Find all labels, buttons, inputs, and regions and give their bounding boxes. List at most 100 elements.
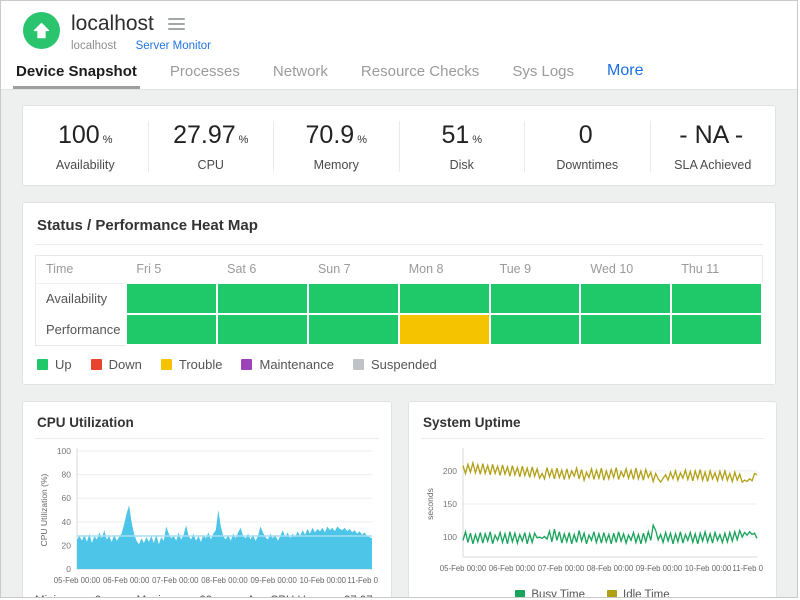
svg-text:06-Feb 00:00: 06-Feb 00:00: [489, 564, 536, 573]
heatmap-col-tue-9: Tue 9: [490, 256, 581, 284]
summary-stats-card: 100%Availability27.97%CPU70.9%Memory51%D…: [22, 105, 776, 186]
svg-text:80: 80: [62, 470, 72, 480]
svg-text:08-Feb 00:00: 08-Feb 00:00: [201, 576, 248, 585]
svg-text:06-Feb 00:00: 06-Feb 00:00: [103, 576, 150, 585]
heatmap-cell-availability-sun-7[interactable]: [308, 283, 399, 314]
svg-text:09-Feb 00:00: 09-Feb 00:00: [250, 576, 297, 585]
heatmap-table: TimeFri 5Sat 6Sun 7Mon 8Tue 9Wed 10Thu 1…: [35, 255, 763, 346]
hamburger-menu-icon[interactable]: [166, 13, 187, 35]
breadcrumb-category-link[interactable]: Server Monitor: [136, 40, 211, 52]
cpu-maximum-text: Maximum = 99 %: [137, 595, 222, 598]
heatmap-row-performance: Performance: [36, 314, 127, 345]
heatmap-cell-performance-mon-8[interactable]: [399, 314, 490, 345]
uptime-chart-legend: Busy TimeIdle Time: [421, 589, 764, 598]
svg-text:07-Feb 00:00: 07-Feb 00:00: [538, 564, 585, 573]
tab-network[interactable]: Network: [270, 63, 331, 89]
breadcrumb: localhost Server Monitor: [71, 40, 211, 52]
svg-text:05-Feb 00:00: 05-Feb 00:00: [440, 564, 487, 573]
header: localhost localhost Server Monitor: [1, 1, 797, 52]
tab-sys-logs[interactable]: Sys Logs: [509, 63, 577, 89]
stat-value: 51: [441, 121, 469, 149]
heatmap-col-sun-7: Sun 7: [308, 256, 399, 284]
svg-text:10-Feb 00:00: 10-Feb 00:00: [685, 564, 732, 573]
heatmap-cell-performance-wed-10[interactable]: [580, 314, 671, 345]
stat-value: - NA -: [679, 121, 743, 149]
svg-text:07-Feb 00:00: 07-Feb 00:00: [152, 576, 199, 585]
heatmap-col-fri-5: Fri 5: [126, 256, 217, 284]
heatmap-cell-performance-fri-5[interactable]: [126, 314, 217, 345]
stat-value: 100: [58, 121, 100, 149]
heatmap-cell-performance-tue-9[interactable]: [490, 314, 581, 345]
legend-swatch-idle-time: [607, 590, 617, 598]
stat-unit: %: [472, 134, 482, 146]
stat-downtimes: 0Downtimes: [524, 121, 650, 172]
main-content: 100%Availability27.97%CPU70.9%Memory51%D…: [1, 90, 797, 598]
heatmap-cell-availability-thu-11[interactable]: [671, 283, 762, 314]
legend-item-trouble: Trouble: [161, 357, 223, 372]
cpu-utilization-chart: 020406080100CPU Utilization (%)05-Feb 00…: [35, 443, 379, 593]
server-monitor-page: localhost localhost Server Monitor Devic…: [0, 0, 798, 598]
up-arrow-icon: [32, 21, 51, 40]
heatmap-col-time: Time: [36, 256, 127, 284]
device-status-up-icon: [23, 12, 60, 49]
heatmap-cell-availability-tue-9[interactable]: [490, 283, 581, 314]
legend-swatch-down: [91, 359, 102, 370]
svg-text:200: 200: [443, 466, 457, 476]
heatmap-cell-availability-wed-10[interactable]: [580, 283, 671, 314]
heatmap-cell-performance-sun-7[interactable]: [308, 314, 399, 345]
legend-item-maintenance: Maintenance: [241, 357, 333, 372]
system-uptime-card: System Uptime 100150200seconds05-Feb 00:…: [408, 401, 777, 598]
heatmap-cell-performance-sat-6[interactable]: [217, 314, 308, 345]
legend-item-down: Down: [91, 357, 142, 372]
legend-item-busy-time: Busy Time: [515, 589, 585, 598]
cpu-chart-title: CPU Utilization: [35, 414, 379, 439]
svg-text:0: 0: [66, 564, 71, 574]
legend-swatch-suspended: [353, 359, 364, 370]
tab-processes[interactable]: Processes: [167, 63, 243, 89]
heatmap-cell-availability-fri-5[interactable]: [126, 283, 217, 314]
breadcrumb-device: localhost: [71, 40, 116, 52]
tab-resource-checks[interactable]: Resource Checks: [358, 63, 482, 89]
legend-swatch-up: [37, 359, 48, 370]
svg-text:40: 40: [62, 517, 72, 527]
legend-swatch-maintenance: [241, 359, 252, 370]
stat-cpu: 27.97% CPU: [148, 121, 274, 172]
heatmap-card: Status / Performance Heat Map TimeFri 5S…: [22, 202, 776, 385]
svg-text:seconds: seconds: [425, 488, 435, 520]
stat-value: 70.9: [306, 121, 355, 149]
svg-text:CPU Utilization (%): CPU Utilization (%): [39, 473, 49, 546]
legend-item-suspended: Suspended: [353, 357, 437, 372]
tab-device-snapshot[interactable]: Device Snapshot: [13, 63, 140, 89]
svg-text:10-Feb 00:00: 10-Feb 00:00: [300, 576, 347, 585]
stat-label: Downtimes: [525, 158, 650, 172]
stat-availability: 100%Availability: [23, 121, 148, 172]
svg-text:05-Feb 00:00: 05-Feb 00:00: [54, 576, 101, 585]
heatmap-title: Status / Performance Heat Map: [35, 215, 763, 245]
stat-label: CPU: [149, 158, 274, 172]
heatmap-cell-performance-thu-11[interactable]: [671, 314, 762, 345]
svg-text:09-Feb 00:00: 09-Feb 00:00: [636, 564, 683, 573]
heatmap-col-mon-8: Mon 8: [399, 256, 490, 284]
tab-more[interactable]: More: [604, 62, 646, 89]
heatmap-cell-availability-mon-8[interactable]: [399, 283, 490, 314]
stat-label: Disk: [400, 158, 525, 172]
legend-swatch-busy-time: [515, 590, 525, 598]
heatmap-col-wed-10: Wed 10: [580, 256, 671, 284]
heatmap-col-thu-11: Thu 11: [671, 256, 762, 284]
cpu-minimum-text: Minimum = 0 %: [35, 595, 111, 598]
stat-label: SLA Achieved: [651, 158, 776, 172]
svg-text:08-Feb 00:00: 08-Feb 00:00: [587, 564, 634, 573]
cpu-average-text: Avg CPU Usage = 27.97 %: [247, 595, 379, 598]
stat-unit: %: [357, 134, 367, 146]
uptime-chart-title: System Uptime: [421, 414, 764, 439]
heatmap-col-sat-6: Sat 6: [217, 256, 308, 284]
stat-value: 27.97: [173, 121, 236, 149]
stat-unit: %: [239, 134, 249, 146]
tab-bar: Device Snapshot Processes Network Resource …: [1, 52, 797, 90]
stat-sla-achieved: - NA - SLA Achieved: [650, 121, 776, 172]
system-uptime-chart: 100150200seconds05-Feb 00:0006-Feb 00:00…: [421, 443, 764, 581]
svg-text:100: 100: [443, 532, 457, 542]
heatmap-legend: UpDownTroubleMaintenanceSuspended: [35, 357, 763, 372]
heatmap-cell-availability-sat-6[interactable]: [217, 283, 308, 314]
page-title: localhost: [71, 12, 154, 36]
